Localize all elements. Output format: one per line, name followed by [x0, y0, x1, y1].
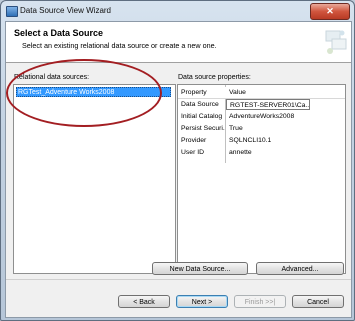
property-name: Initial Catalog	[181, 113, 223, 120]
relational-sources-label: Relational data sources:	[14, 74, 90, 81]
table-row: User ID annette	[178, 147, 345, 158]
relational-sources-list[interactable]: RGTest_Adventure Works2008	[13, 84, 176, 274]
table-row: Initial Catalog AdventureWorks2008	[178, 111, 345, 122]
properties-grid: Property Value Data Source RGTEST-SERVER…	[177, 84, 346, 274]
footer-divider	[6, 279, 351, 280]
back-button[interactable]: < Back	[118, 295, 170, 308]
table-row: Provider SQLNCLI10.1	[178, 135, 345, 146]
property-name: User ID	[181, 149, 205, 156]
new-data-source-button[interactable]: New Data Source...	[152, 262, 248, 275]
page-subtitle: Select an existing relational data sourc…	[22, 41, 217, 50]
property-name: Provider	[181, 137, 207, 144]
advanced-button[interactable]: Advanced...	[256, 262, 344, 275]
app-icon	[6, 6, 18, 17]
property-value: SQLNCLI10.1	[229, 137, 272, 144]
property-value[interactable]: RGTEST-SERVER01\Ca...	[226, 99, 310, 110]
close-button[interactable]: ✕	[310, 3, 350, 20]
cancel-button[interactable]: Cancel	[292, 295, 344, 308]
wizard-body: Select a Data Source Select an existing …	[5, 21, 352, 318]
property-name: Persist Securi...	[181, 125, 225, 132]
list-item-data-source[interactable]: RGTest_Adventure Works2008	[16, 87, 171, 97]
column-header-value: Value	[229, 89, 246, 96]
property-value: True	[229, 125, 243, 132]
table-header-row: Property Value	[178, 87, 345, 99]
finish-button[interactable]: Finish >>|	[234, 295, 286, 308]
title-bar: Data Source View Wizard ✕	[1, 1, 354, 21]
wizard-header: Select a Data Source Select an existing …	[6, 22, 351, 63]
property-value: annette	[229, 149, 252, 156]
wizard-window: Data Source View Wizard ✕ Select a Data …	[0, 0, 355, 321]
table-row: Data Source RGTEST-SERVER01\Ca...	[178, 99, 345, 110]
properties-label: Data source properties:	[178, 74, 251, 81]
property-name: Data Source	[181, 101, 219, 108]
data-source-icon	[325, 30, 347, 54]
page-title: Select a Data Source	[14, 28, 104, 38]
table-row: Persist Securi... True	[178, 123, 345, 134]
column-header-property: Property	[181, 89, 207, 96]
next-button[interactable]: Next >	[176, 295, 228, 308]
window-title: Data Source View Wizard	[20, 6, 111, 15]
property-value: AdventureWorks2008	[229, 113, 295, 120]
